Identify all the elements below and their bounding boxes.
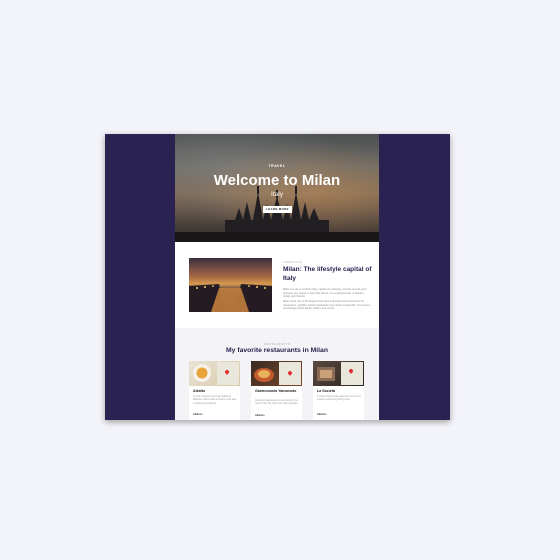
map-pin-icon [224,369,230,375]
restaurant-address: Address [317,413,327,416]
restaurant-name: Alkatto [193,389,206,393]
restaurant-photo [189,361,240,386]
restaurant-name: La Società [317,389,335,393]
restaurants-kicker: RESTAURANTS [263,342,291,346]
map-thumbnail [341,362,363,385]
article-kicker: LIFESTYLE [283,260,303,264]
map-thumbnail [217,362,239,385]
map-pin-icon [287,370,293,376]
restaurant-card[interactable]: Alkatto A cozy restaurant serving tradit… [189,361,240,420]
learn-more-button[interactable]: LEARN MORE [263,206,292,213]
restaurant-description: A refined bistro with seasonal menus and… [317,395,361,402]
restaurant-photo [251,361,302,386]
hero-section: TRAVEL Welcome to Milan Italy LEARN MORE [175,134,379,242]
article-paragraph-2: Milan hosts one of the largest trade fai… [283,300,371,311]
restaurant-address: Address [193,413,203,416]
restaurant-photo [313,361,364,386]
hero-title: Welcome to Milan [213,172,341,189]
restaurant-description: A cozy restaurant serving traditional Mi… [193,395,236,405]
map-thumbnail [279,362,301,385]
hero-tag: TRAVEL [268,164,286,168]
restaurant-card[interactable]: La Società A refined bistro with seasona… [313,361,364,420]
article-paragraph-1: Milan is a city in northern Italy, capit… [283,288,367,299]
restaurant-address: Address [255,414,265,417]
restaurants-title: My favorite restaurants in Milan [226,347,328,354]
map-pin-icon [348,368,354,374]
restaurant-card[interactable]: Gastronomia Yamamoto Authentic Japanese … [251,361,302,420]
navigli-image [189,258,272,312]
restaurant-description: Authentic Japanese home cooking in the h… [255,399,299,406]
restaurant-name: Gastronomia Yamamoto [255,389,297,393]
email-page: TRAVEL Welcome to Milan Italy LEARN MORE… [175,134,379,420]
article-section: LIFESTYLE Milan: The lifestyle capital o… [175,242,379,328]
hero-subtitle: Italy [271,191,283,198]
canal-illustration [189,284,272,312]
article-title: Milan: The lifestyle capital of Italy [283,266,372,282]
restaurants-section: RESTAURANTS My favorite restaurants in M… [175,328,379,420]
